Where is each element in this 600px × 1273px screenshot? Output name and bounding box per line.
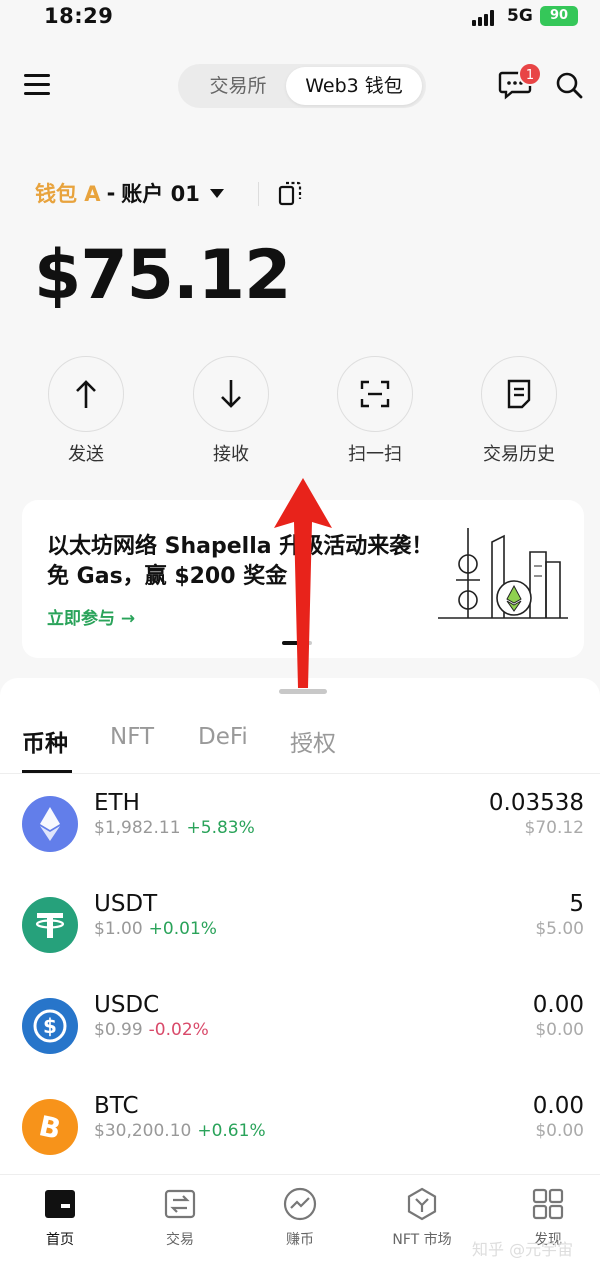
asset-value: $0.00 [535,1121,584,1141]
tab-approvals[interactable]: 授权 [290,724,336,758]
usdc-icon: $ [22,998,78,1054]
status-bar: 18:29 5G 90 [0,0,600,40]
menu-icon[interactable] [24,73,50,95]
asset-change: -0.02% [148,1020,209,1040]
asset-price-line: $30,200.10 +0.61% [94,1121,266,1141]
earn-icon [283,1187,317,1221]
svg-text:$: $ [43,1014,57,1038]
asset-symbol: USDC [94,992,160,1018]
asset-price-line: $0.99 -0.02% [94,1020,209,1040]
history-label: 交易历史 [483,444,555,465]
discover-icon [531,1187,565,1221]
banner-title: 以太坊网络 Shapella 升级活动来袭！免 Gas，赢 $200 奖金 [47,534,434,589]
asset-amount: 0.00 [532,1093,584,1119]
asset-change: +0.01% [148,919,217,939]
tab-web3-wallet[interactable]: Web3 钱包 [286,67,422,105]
asset-price: $1.00 [94,919,143,939]
asset-price: $0.99 [94,1020,143,1040]
tab-defi[interactable]: DeFi [198,724,248,750]
asset-price: $1,982.11 [94,818,181,838]
battery-icon: 90 [540,6,578,26]
top-header: 交易所 Web3 钱包 1 [0,56,600,116]
asset-sheet: 币种 NFT DeFi 授权 ETH $1,982.11 +5.83% 0.035… [0,678,600,1176]
asset-row-usdt[interactable]: USDT $1.00 +0.01% 5 $5.00 [0,891,600,997]
trade-icon [163,1187,197,1221]
banner-cta[interactable]: 立即参与 → [47,604,135,629]
usdt-icon [22,897,78,953]
nav-trade-label: 交易 [166,1232,194,1248]
mode-switcher: 交易所 Web3 钱包 [178,64,426,108]
receive-label: 接收 [213,444,249,465]
btc-icon: B [22,1099,78,1155]
signal-icon [472,10,500,26]
nav-home-label: 首页 [46,1232,74,1248]
home-icon [43,1187,77,1221]
wallet-separator: - [106,181,116,205]
total-balance: $75.12 [34,236,291,315]
copy-icon[interactable] [278,180,302,206]
asset-change: +5.83% [186,818,255,838]
send-label: 发送 [68,444,104,465]
search-icon[interactable] [555,71,583,99]
asset-amount: 0.00 [532,992,584,1018]
asset-value: $70.12 [524,818,584,838]
nav-trade[interactable]: 交易 [120,1187,240,1249]
wallet-name: 钱包 A [35,182,101,206]
arrow-down-icon [193,356,269,432]
nft-market-icon [405,1187,439,1221]
asset-row-usdc[interactable]: $ USDC $0.99 -0.02% 0.00 $0.00 [0,992,600,1098]
city-skyline-illustration [438,528,568,619]
notification-badge: 1 [518,62,542,86]
history-button[interactable]: 交易历史 [464,356,574,466]
asset-symbol: USDT [94,891,158,917]
caret-down-icon [209,188,224,198]
nav-earn[interactable]: 赚币 [240,1187,360,1249]
send-button[interactable]: 发送 [31,356,141,466]
tab-exchange[interactable]: 交易所 [186,67,290,105]
scan-icon [337,356,413,432]
asset-value: $0.00 [535,1020,584,1040]
asset-amount: 5 [569,891,584,917]
nav-home[interactable]: 首页 [0,1187,120,1249]
nav-nft-market[interactable]: NFT 市场 [362,1187,482,1249]
asset-amount: 0.03538 [488,790,584,816]
svg-text:B: B [36,1109,64,1145]
wallet-selector[interactable]: 钱包 A - 账户 01 [35,178,224,208]
tab-nft[interactable]: NFT [110,724,154,750]
asset-row-eth[interactable]: ETH $1,982.11 +5.83% 0.03538 $70.12 [0,790,600,896]
asset-value: $5.00 [535,919,584,939]
nav-nft-market-label: NFT 市场 [392,1232,452,1248]
arrow-up-icon [48,356,124,432]
tab-tokens[interactable]: 币种 [22,724,68,758]
nav-earn-label: 赚币 [286,1232,314,1248]
receive-button[interactable]: 接收 [176,356,286,466]
quick-actions: 发送 接收 扫一扫 交易历史 [0,356,600,466]
asset-price-line: $1,982.11 +5.83% [94,818,255,838]
divider [258,182,259,206]
asset-symbol: BTC [94,1093,139,1119]
active-tab-underline [22,770,72,773]
scan-label: 扫一扫 [348,444,402,465]
asset-price: $30,200.10 [94,1121,192,1141]
asset-symbol: ETH [94,790,140,816]
watermark: 知乎 @元宇宙 [472,1240,574,1259]
asset-tabs: 币种 NFT DeFi 授权 [0,718,600,774]
status-time: 18:29 [44,4,114,28]
asset-price-line: $1.00 +0.01% [94,919,217,939]
annotation-arrow-icon [274,478,332,688]
history-icon [481,356,557,432]
account-name: 账户 01 [121,182,200,206]
scan-button[interactable]: 扫一扫 [320,356,430,466]
asset-change: +0.61% [197,1121,266,1141]
eth-icon [22,796,78,852]
network-type: 5G [507,6,533,26]
